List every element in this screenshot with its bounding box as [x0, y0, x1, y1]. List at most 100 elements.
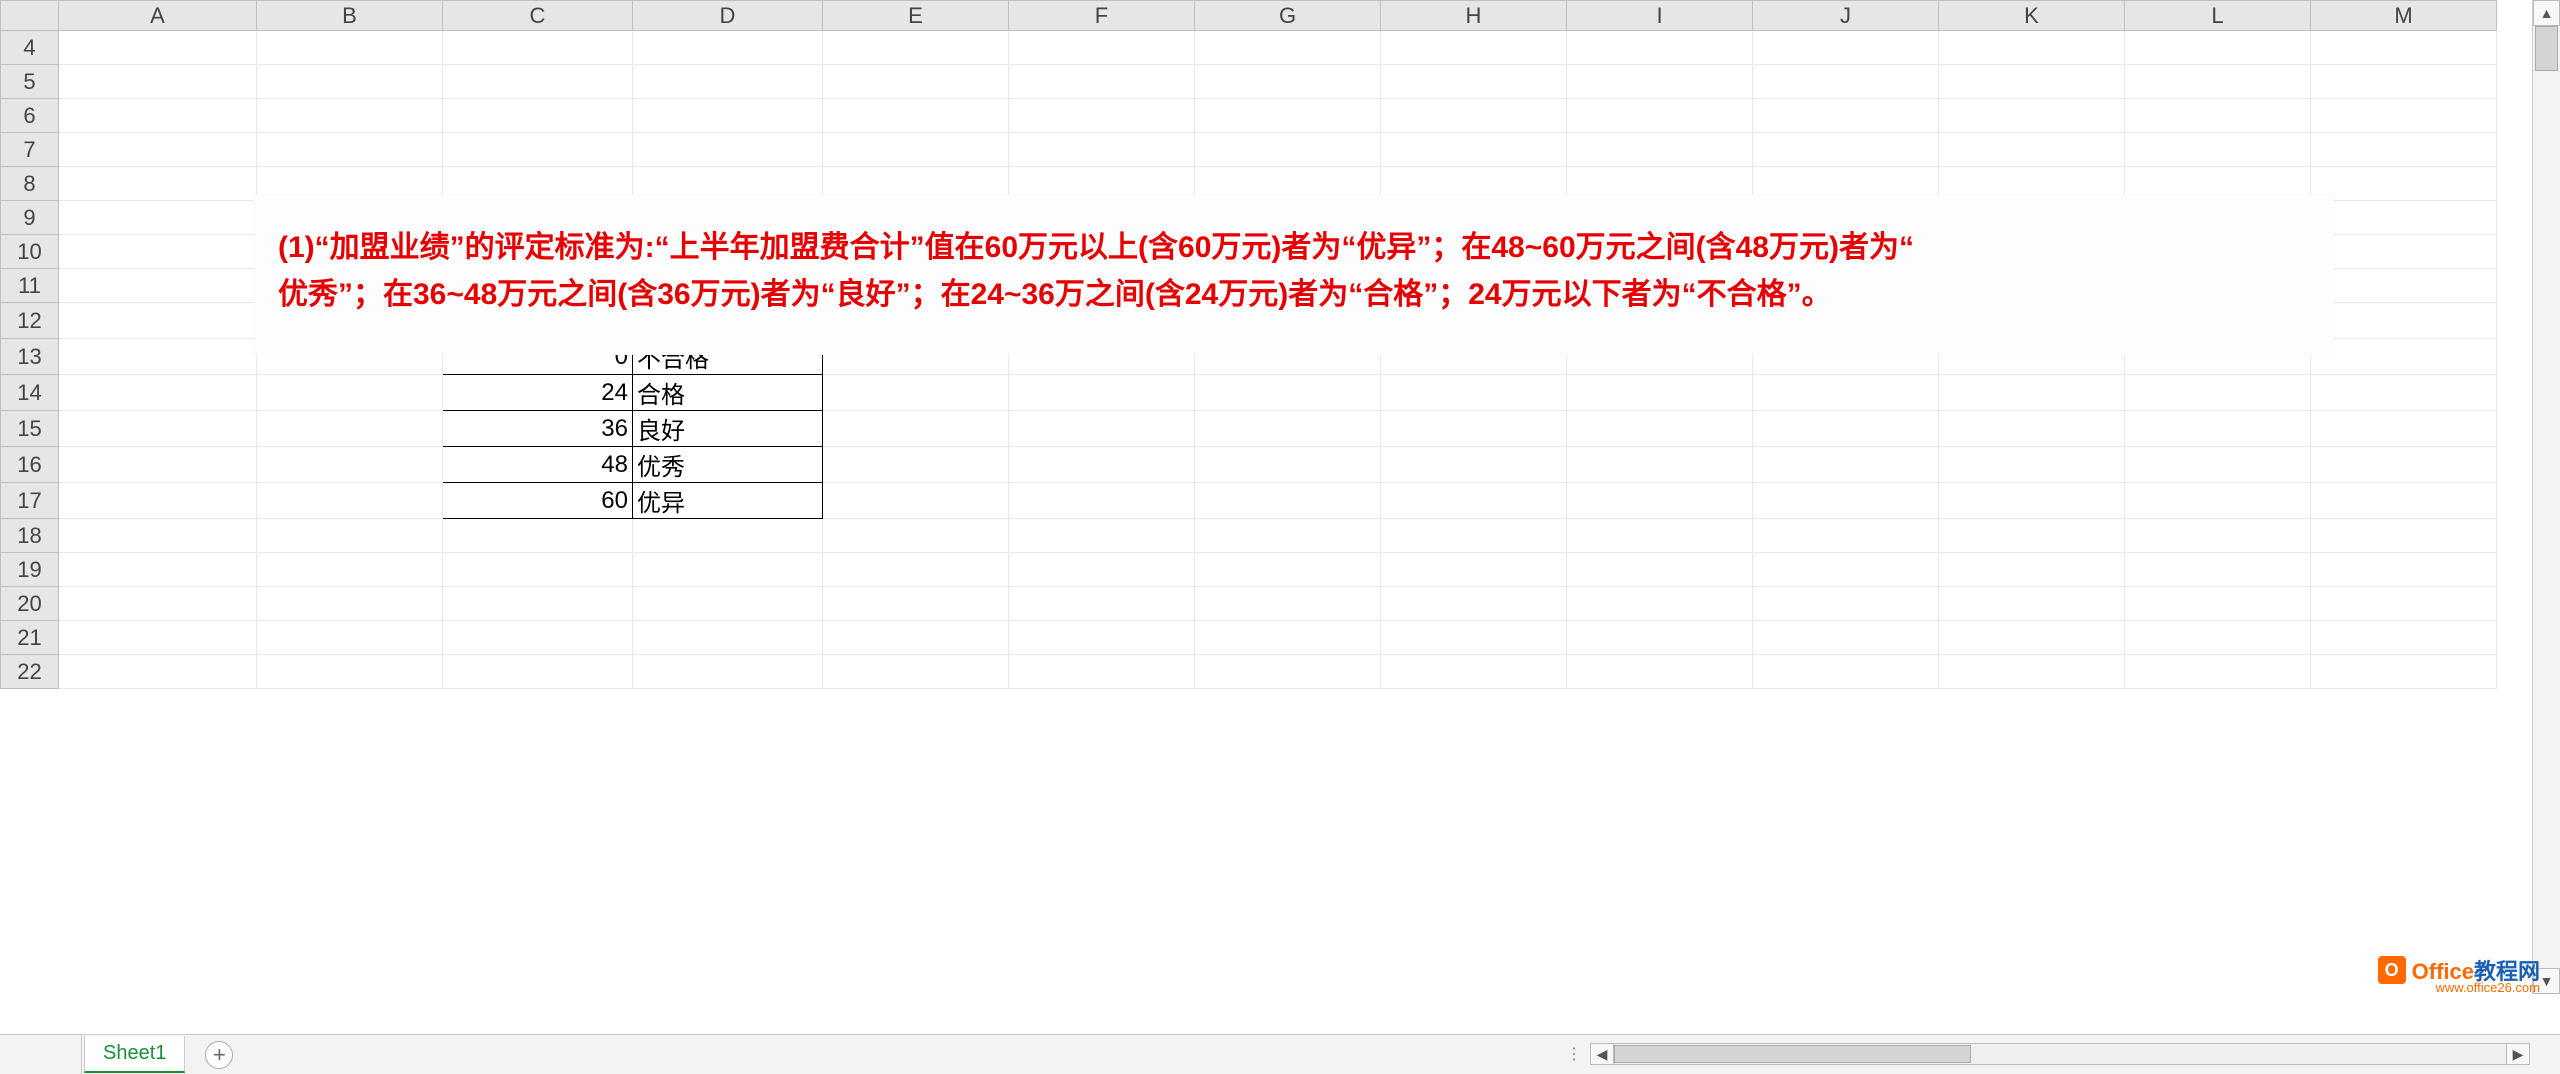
cell-L22[interactable]: [2125, 655, 2311, 689]
cell-C20[interactable]: [443, 587, 633, 621]
cell-G21[interactable]: [1195, 621, 1381, 655]
cell-A9[interactable]: [59, 201, 257, 235]
cell-M22[interactable]: [2311, 655, 2497, 689]
sheet-tab-active[interactable]: Sheet1: [84, 1036, 185, 1073]
cell-A8[interactable]: [59, 167, 257, 201]
cell-K17[interactable]: [1939, 483, 2125, 519]
cell-H4[interactable]: [1381, 31, 1567, 65]
column-header[interactable]: M: [2311, 1, 2497, 31]
cell-M18[interactable]: [2311, 519, 2497, 553]
row-header[interactable]: 17: [1, 483, 59, 519]
cell-I19[interactable]: [1567, 553, 1753, 587]
cell-K15[interactable]: [1939, 411, 2125, 447]
cell-J20[interactable]: [1753, 587, 1939, 621]
cell-K16[interactable]: [1939, 447, 2125, 483]
row-header[interactable]: 18: [1, 519, 59, 553]
row-header[interactable]: 14: [1, 375, 59, 411]
row-header[interactable]: 13: [1, 339, 59, 375]
cell-J6[interactable]: [1753, 99, 1939, 133]
column-header[interactable]: D: [633, 1, 823, 31]
cell-J22[interactable]: [1753, 655, 1939, 689]
cell-J5[interactable]: [1753, 65, 1939, 99]
cell-B4[interactable]: [257, 31, 443, 65]
cell-F18[interactable]: [1009, 519, 1195, 553]
cell-I14[interactable]: [1567, 375, 1753, 411]
cell-E21[interactable]: [823, 621, 1009, 655]
cell-E19[interactable]: [823, 553, 1009, 587]
column-header[interactable]: G: [1195, 1, 1381, 31]
cell-L7[interactable]: [2125, 133, 2311, 167]
cell-D15[interactable]: 良好: [633, 411, 823, 447]
cell-J19[interactable]: [1753, 553, 1939, 587]
cell-I16[interactable]: [1567, 447, 1753, 483]
cell-F6[interactable]: [1009, 99, 1195, 133]
cell-L5[interactable]: [2125, 65, 2311, 99]
vscroll-track[interactable]: [2533, 26, 2560, 968]
cell-L18[interactable]: [2125, 519, 2311, 553]
cell-B7[interactable]: [257, 133, 443, 167]
cell-F5[interactable]: [1009, 65, 1195, 99]
cell-I22[interactable]: [1567, 655, 1753, 689]
cell-G15[interactable]: [1195, 411, 1381, 447]
row-header[interactable]: 16: [1, 447, 59, 483]
cell-I5[interactable]: [1567, 65, 1753, 99]
cell-M10[interactable]: [2311, 235, 2497, 269]
row-header[interactable]: 19: [1, 553, 59, 587]
cell-F19[interactable]: [1009, 553, 1195, 587]
cell-A6[interactable]: [59, 99, 257, 133]
column-header[interactable]: F: [1009, 1, 1195, 31]
cell-J15[interactable]: [1753, 411, 1939, 447]
cell-K20[interactable]: [1939, 587, 2125, 621]
cell-A19[interactable]: [59, 553, 257, 587]
cell-D21[interactable]: [633, 621, 823, 655]
cell-B17[interactable]: [257, 483, 443, 519]
row-header[interactable]: 4: [1, 31, 59, 65]
cell-K22[interactable]: [1939, 655, 2125, 689]
cell-M4[interactable]: [2311, 31, 2497, 65]
cell-A4[interactable]: [59, 31, 257, 65]
scroll-left-button[interactable]: ◀: [1590, 1043, 1614, 1065]
cell-F20[interactable]: [1009, 587, 1195, 621]
select-all-corner[interactable]: [1, 1, 59, 31]
cell-E15[interactable]: [823, 411, 1009, 447]
tab-split-handle[interactable]: ⋮: [1560, 1044, 1590, 1064]
cell-L4[interactable]: [2125, 31, 2311, 65]
cell-D22[interactable]: [633, 655, 823, 689]
cell-K4[interactable]: [1939, 31, 2125, 65]
column-header[interactable]: A: [59, 1, 257, 31]
cell-C5[interactable]: [443, 65, 633, 99]
cell-M6[interactable]: [2311, 99, 2497, 133]
cell-A10[interactable]: [59, 235, 257, 269]
cell-J17[interactable]: [1753, 483, 1939, 519]
cell-C16[interactable]: 48: [443, 447, 633, 483]
cell-I21[interactable]: [1567, 621, 1753, 655]
cell-G14[interactable]: [1195, 375, 1381, 411]
row-header[interactable]: 21: [1, 621, 59, 655]
cell-D7[interactable]: [633, 133, 823, 167]
cell-E4[interactable]: [823, 31, 1009, 65]
scroll-right-button[interactable]: ▶: [2506, 1043, 2530, 1065]
cell-H16[interactable]: [1381, 447, 1567, 483]
row-header[interactable]: 6: [1, 99, 59, 133]
cell-F15[interactable]: [1009, 411, 1195, 447]
cell-H17[interactable]: [1381, 483, 1567, 519]
cell-F16[interactable]: [1009, 447, 1195, 483]
cell-G4[interactable]: [1195, 31, 1381, 65]
scroll-up-button[interactable]: ▲: [2533, 0, 2560, 26]
row-header[interactable]: 7: [1, 133, 59, 167]
cell-K19[interactable]: [1939, 553, 2125, 587]
cell-K5[interactable]: [1939, 65, 2125, 99]
cell-J18[interactable]: [1753, 519, 1939, 553]
cell-H21[interactable]: [1381, 621, 1567, 655]
cell-K6[interactable]: [1939, 99, 2125, 133]
cell-I7[interactable]: [1567, 133, 1753, 167]
cell-H18[interactable]: [1381, 519, 1567, 553]
cell-B22[interactable]: [257, 655, 443, 689]
cell-G18[interactable]: [1195, 519, 1381, 553]
cell-A14[interactable]: [59, 375, 257, 411]
cell-B20[interactable]: [257, 587, 443, 621]
column-header[interactable]: E: [823, 1, 1009, 31]
cell-C4[interactable]: [443, 31, 633, 65]
tab-scroll-area[interactable]: [0, 1035, 82, 1074]
cell-A15[interactable]: [59, 411, 257, 447]
